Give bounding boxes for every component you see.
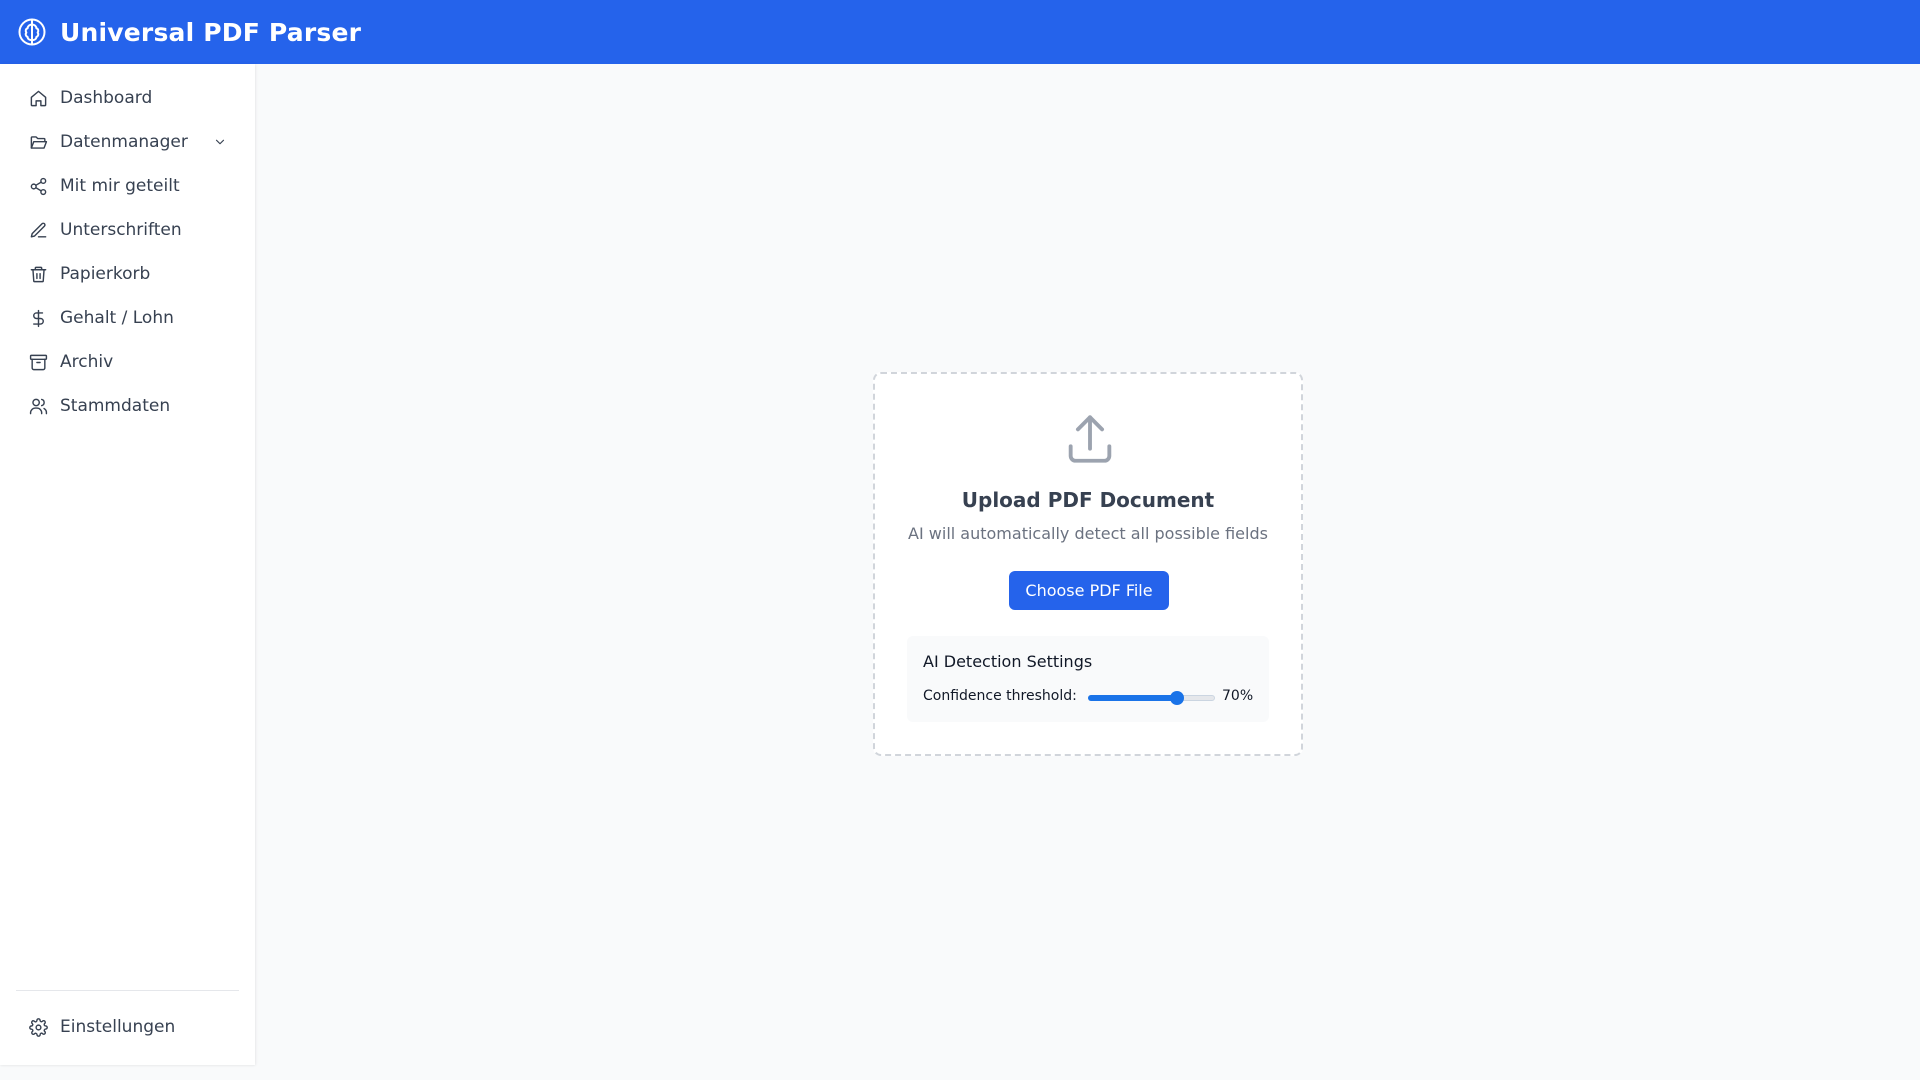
confidence-threshold-label: Confidence threshold: [923, 688, 1077, 704]
sidebar-item-label: Papierkorb [60, 264, 151, 284]
gear-icon [28, 1017, 48, 1037]
folder-open-icon [28, 132, 48, 152]
sidebar-item-label: Gehalt / Lohn [60, 308, 174, 328]
home-icon [28, 88, 48, 108]
slider-thumb[interactable] [1169, 691, 1184, 705]
sidebar-item-gehalt-lohn[interactable]: Gehalt / Lohn [0, 296, 255, 340]
sidebar-item-label: Datenmanager [60, 132, 188, 152]
upload-title: Upload PDF Document [961, 488, 1215, 512]
archive-icon [28, 352, 48, 372]
users-icon [28, 396, 48, 416]
chevron-down-icon[interactable] [210, 132, 230, 152]
sidebar-divider [16, 990, 239, 991]
confidence-threshold-value: 70% [1222, 688, 1254, 704]
sidebar: Dashboard Datenmanager Mit mir geteilt U… [0, 64, 255, 1065]
sidebar-item-label: Unterschriften [60, 220, 182, 240]
sidebar-nav: Dashboard Datenmanager Mit mir geteilt U… [0, 64, 255, 428]
sidebar-item-label: Archiv [60, 352, 114, 372]
sidebar-item-archiv[interactable]: Archiv [0, 340, 255, 384]
sidebar-item-datenmanager[interactable]: Datenmanager [0, 120, 255, 164]
sidebar-item-label: Einstellungen [60, 1017, 176, 1037]
upload-icon [1061, 410, 1119, 468]
slider-fill [1088, 695, 1177, 701]
share-icon [28, 176, 48, 196]
sidebar-item-mit-mir-geteilt[interactable]: Mit mir geteilt [0, 164, 255, 208]
sidebar-item-dashboard[interactable]: Dashboard [0, 76, 255, 120]
brain-icon [16, 16, 48, 48]
sidebar-item-papierkorb[interactable]: Papierkorb [0, 252, 255, 296]
trash-icon [28, 264, 48, 284]
pen-icon [28, 220, 48, 240]
sidebar-item-einstellungen[interactable]: Einstellungen [0, 1005, 255, 1049]
sidebar-item-unterschriften[interactable]: Unterschriften [0, 208, 255, 252]
ai-detection-settings: AI Detection Settings Confidence thresho… [907, 636, 1269, 722]
dollar-icon [28, 308, 48, 328]
confidence-threshold-slider[interactable] [1088, 691, 1215, 705]
sidebar-item-label: Mit mir geteilt [60, 176, 180, 196]
sidebar-item-stammdaten[interactable]: Stammdaten [0, 384, 255, 428]
upload-dropzone[interactable]: Upload PDF Document AI will automaticall… [873, 372, 1303, 756]
upload-subtitle: AI will automatically detect all possibl… [908, 524, 1268, 543]
app-header: Universal PDF Parser [0, 0, 1920, 64]
sidebar-item-label: Stammdaten [60, 396, 171, 416]
choose-pdf-file-button[interactable]: Choose PDF File [1009, 571, 1169, 610]
sidebar-item-label: Dashboard [60, 88, 153, 108]
app-title: Universal PDF Parser [60, 17, 362, 47]
settings-title: AI Detection Settings [923, 652, 1093, 671]
